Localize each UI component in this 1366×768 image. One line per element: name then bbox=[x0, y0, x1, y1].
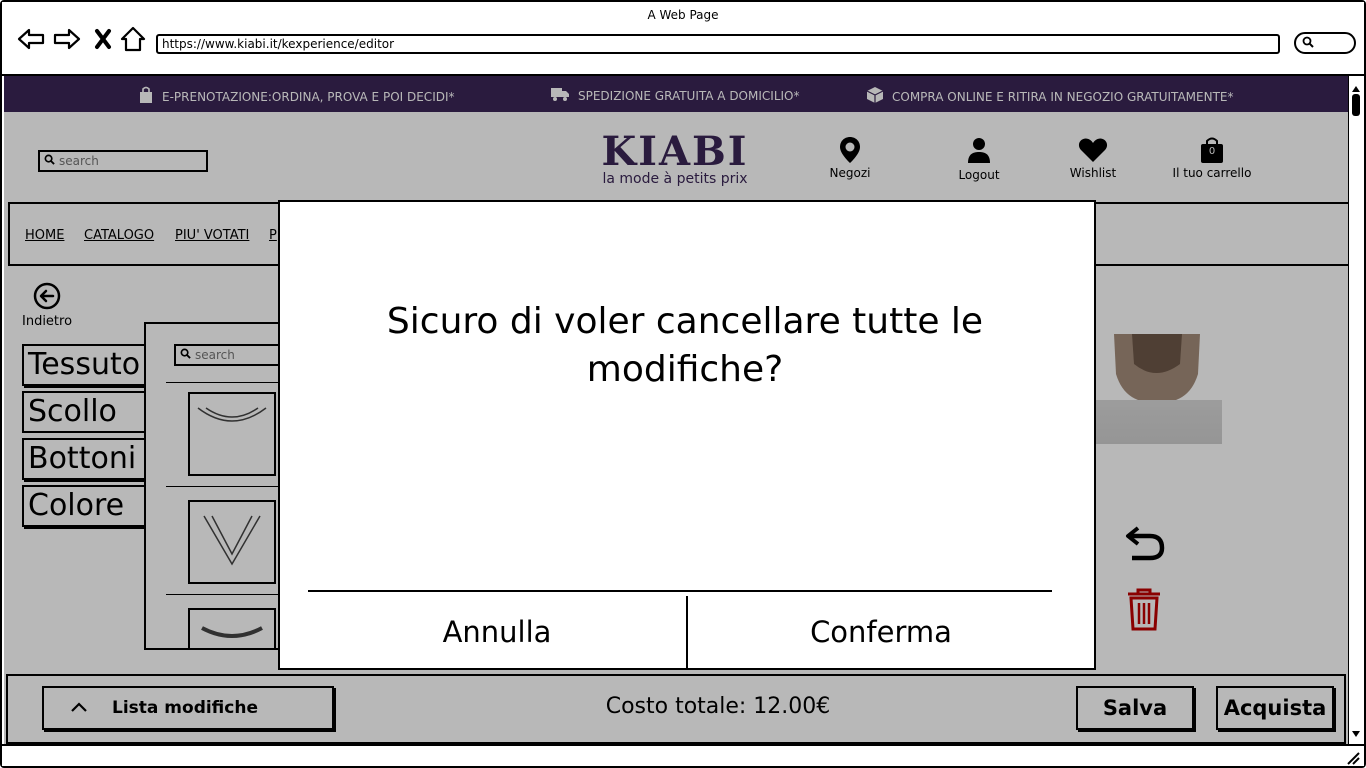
page-viewport: E-PRENOTAZIONE:ORDINA, PROVA E POI DECID… bbox=[4, 76, 1348, 744]
window-title: A Web Page bbox=[647, 8, 719, 22]
browser-statusbar bbox=[2, 744, 1364, 766]
vertical-scrollbar[interactable] bbox=[1348, 76, 1364, 744]
back-arrow-icon[interactable] bbox=[16, 24, 46, 54]
forward-arrow-icon[interactable] bbox=[52, 24, 82, 54]
search-icon bbox=[1302, 36, 1314, 51]
resize-grip-icon[interactable] bbox=[1346, 750, 1360, 768]
url-bar[interactable]: https://www.kiabi.it/kexperience/editor bbox=[156, 34, 1280, 54]
home-icon[interactable] bbox=[118, 24, 148, 54]
browser-titlebar: A Web Page https://www.kiabi.it/kexperie… bbox=[2, 2, 1364, 76]
confirm-button[interactable]: Conferma bbox=[688, 594, 1074, 670]
browser-window: A Web Page https://www.kiabi.it/kexperie… bbox=[0, 0, 1366, 768]
scroll-down-arrow-icon[interactable] bbox=[1351, 723, 1361, 742]
cancel-button[interactable]: Annulla bbox=[308, 594, 686, 670]
browser-search-field[interactable] bbox=[1294, 32, 1356, 54]
confirm-dialog: Sicuro di voler cancellare tutte le modi… bbox=[278, 200, 1096, 670]
stop-x-icon[interactable] bbox=[88, 24, 118, 54]
dialog-message: Sicuro di voler cancellare tutte le modi… bbox=[386, 301, 984, 390]
dialog-divider bbox=[308, 590, 1052, 592]
scrollbar-thumb[interactable] bbox=[1352, 94, 1360, 116]
